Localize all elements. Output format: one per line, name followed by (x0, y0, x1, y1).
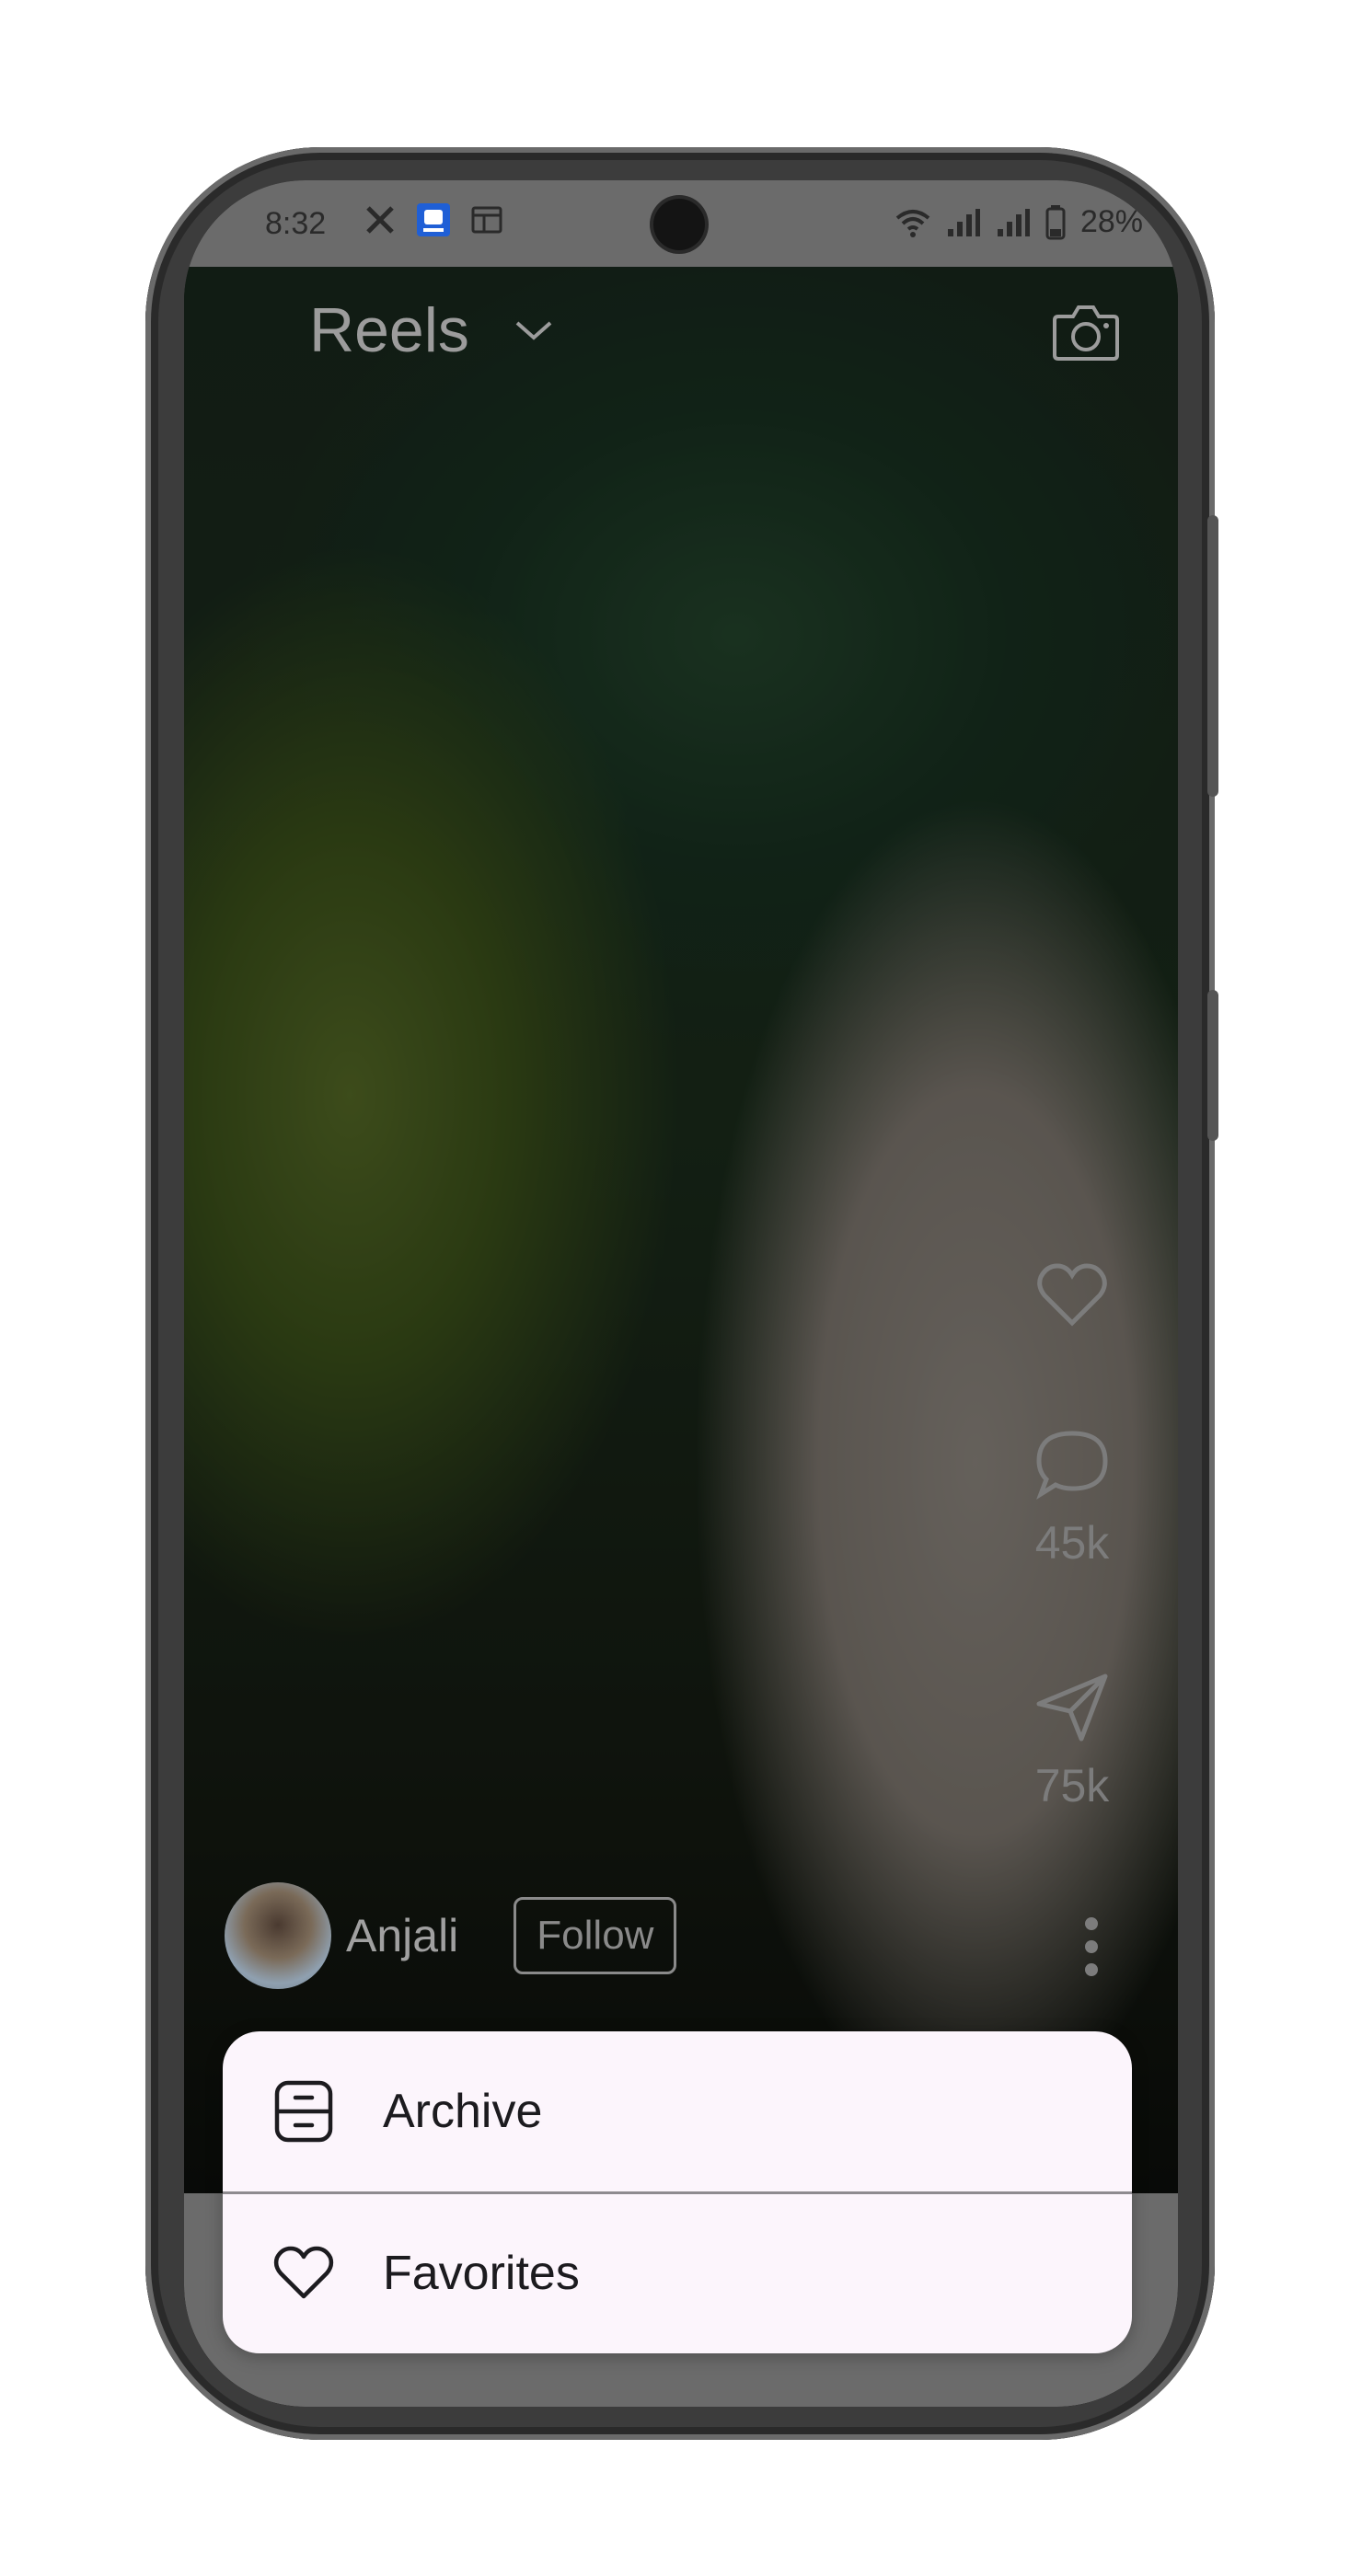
chevron-down-icon[interactable] (514, 317, 554, 343)
share-action[interactable]: 75k (1022, 1671, 1123, 1812)
page-title: Reels (309, 295, 469, 365)
volume-button (1207, 515, 1218, 797)
signal-icon-2 (997, 208, 1030, 236)
send-icon[interactable] (1033, 1671, 1111, 1744)
archive-icon (271, 2078, 337, 2145)
more-vertical-icon[interactable] (1080, 1917, 1102, 1976)
battery-percent: 28% (1079, 204, 1143, 239)
x-app-icon (366, 206, 394, 234)
comment-icon[interactable] (1033, 1428, 1111, 1501)
comment-action[interactable]: 45k (1022, 1428, 1123, 1570)
power-button (1207, 990, 1218, 1141)
menu-item-favorites[interactable]: Favorites (223, 2193, 1132, 2353)
username[interactable]: Anjali (346, 1909, 458, 1962)
menu-item-label: Archive (383, 2085, 543, 2138)
share-count: 75k (1034, 1760, 1110, 1811)
app-notification-icon (417, 203, 450, 236)
comment-count: 45k (1034, 1517, 1110, 1569)
avatar[interactable] (225, 1882, 331, 1989)
more-dot (1085, 1963, 1098, 1976)
more-dot (1085, 1940, 1098, 1953)
like-action[interactable] (1022, 1262, 1123, 1328)
front-camera (653, 199, 705, 250)
more-dot (1085, 1917, 1098, 1930)
menu-item-archive[interactable]: Archive (223, 2031, 1132, 2191)
heart-outline-icon (271, 2240, 337, 2306)
status-bar: 8:32 28% (184, 180, 1178, 267)
battery-icon (1045, 204, 1066, 239)
wifi-icon (895, 209, 930, 237)
phone-screen: 8:32 28% Reels 45k 75k Anjali Follow Arc… (184, 180, 1178, 2407)
reel-author[interactable]: Anjali Follow (225, 1882, 677, 1989)
status-time: 8:32 (265, 206, 327, 241)
system-icons: 28% (895, 204, 1143, 240)
follow-button[interactable]: Follow (514, 1897, 677, 1974)
window-icon (471, 206, 502, 234)
camera-icon[interactable] (1051, 302, 1121, 362)
notification-icons (364, 202, 502, 237)
signal-icon (947, 208, 980, 236)
options-menu: Archive Favorites (223, 2031, 1132, 2353)
reels-header[interactable]: Reels (309, 294, 554, 366)
menu-item-label: Favorites (383, 2247, 580, 2300)
heart-icon[interactable] (1035, 1262, 1109, 1328)
